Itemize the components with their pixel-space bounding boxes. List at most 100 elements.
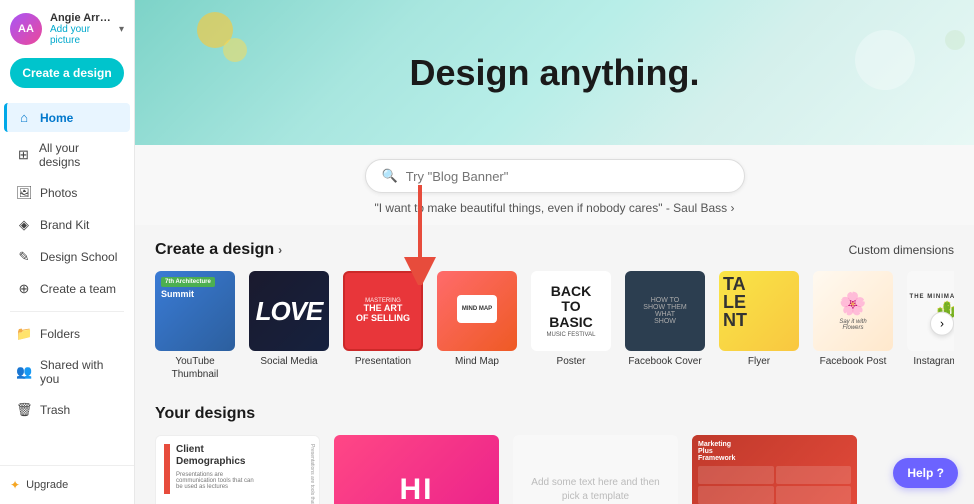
your-designs-section: Your designs ClientDemographics Presenta… <box>135 389 974 504</box>
presentation-label: Presentation <box>355 355 411 368</box>
flyer-content: TALENT <box>719 271 799 351</box>
user-name: Angie Arriesga... <box>50 12 111 24</box>
poster-content: BACKTOBASIC MUSIC FESTIVAL <box>531 271 611 351</box>
flower-graphic: 🌸 <box>839 291 866 317</box>
templates-next-arrow[interactable]: › <box>930 312 954 336</box>
brand-icon: ◈ <box>16 217 32 233</box>
sidebar-item-photos[interactable]: 🖼 Photos <box>4 178 130 208</box>
untitled2-grid <box>698 466 851 504</box>
client-thumb-content: ClientDemographics Presentations arecomm… <box>156 436 319 504</box>
trash-icon: 🗑 <box>16 402 32 418</box>
template-presentation[interactable]: MASTERING THE ARTOF SELLING Presentation <box>343 271 423 368</box>
sidebar-item-brand-kit[interactable]: ◈ Brand Kit <box>4 210 130 240</box>
design-card-untitled1[interactable]: Add some text here and then pick a templ… <box>513 435 678 504</box>
mm-shape: MIND MAP <box>457 295 497 323</box>
sidebar-item-create-team-label: Create a team <box>40 282 116 296</box>
sidebar-item-all-designs-label: All your designs <box>39 141 118 169</box>
create-section-header: Create a design › Custom dimensions <box>155 241 954 259</box>
sidebar-item-all-designs[interactable]: ⊞ All your designs <box>4 134 130 176</box>
social-media-thumb: LOVE <box>249 271 329 351</box>
user-profile[interactable]: AA Angie Arriesga... Add your picture ▾ <box>0 0 134 54</box>
facebook-post-label: Facebook Post <box>820 355 887 368</box>
help-button[interactable]: Help ? <box>893 458 958 488</box>
client-red-bar <box>164 444 170 494</box>
untitled1-content: Add some text here and then pick a templ… <box>513 435 678 504</box>
u2-cell-4 <box>776 486 852 504</box>
sidebar-bottom: ✦ Upgrade <box>0 465 134 504</box>
sidebar-item-trash-label: Trash <box>40 403 70 417</box>
yt-badge: 7th Architecture <box>161 277 215 287</box>
design-card-hi[interactable]: HI Hi <box>334 435 499 504</box>
sidebar: AA Angie Arriesga... Add your picture ▾ … <box>0 0 135 504</box>
help-label: Help ? <box>907 466 944 480</box>
your-designs-title-text: Your designs <box>155 405 255 423</box>
hi-thumb-content: HI <box>334 435 499 504</box>
your-designs-header: Your designs <box>155 405 954 423</box>
template-mind-map[interactable]: MIND MAP Mind Map <box>437 271 517 368</box>
fb-cover-content: HOW TOSHOW THEMWHATSHOW <box>625 271 705 351</box>
u2-cell-1 <box>698 466 774 484</box>
create-design-button[interactable]: Create a design <box>10 58 124 88</box>
avatar: AA <box>10 13 42 45</box>
sidebar-item-trash[interactable]: 🗑 Trash <box>4 395 130 425</box>
search-icon: 🔍 <box>382 168 398 184</box>
grid-icon: ⊞ <box>16 147 31 163</box>
folder-icon: 📁 <box>16 326 32 342</box>
sidebar-item-create-team[interactable]: ⊕ Create a team <box>4 274 130 304</box>
search-bar-container[interactable]: 🔍 <box>365 159 745 193</box>
add-picture-link[interactable]: Add your picture <box>50 24 111 46</box>
pres-main: THE ARTOF SELLING <box>356 304 410 324</box>
home-icon: ⌂ <box>16 110 32 125</box>
hero-banner: Design anything. <box>135 0 974 145</box>
client-title: ClientDemographics <box>164 444 311 468</box>
search-input[interactable] <box>406 169 728 184</box>
u2-cell-2 <box>776 466 852 484</box>
user-info: Angie Arriesga... Add your picture <box>50 12 111 46</box>
social-media-label: Social Media <box>260 355 317 368</box>
youtube-thumbnail-thumb: 7th Architecture Summit <box>155 271 235 351</box>
sidebar-item-brand-kit-label: Brand Kit <box>40 218 89 232</box>
upgrade-label: Upgrade <box>26 479 68 491</box>
instagram-label: Instagram Post <box>913 355 954 368</box>
flyer-top: TALENT <box>723 275 795 329</box>
sidebar-item-home-label: Home <box>40 111 73 125</box>
facebook-cover-thumb: HOW TOSHOW THEMWHATSHOW <box>625 271 705 351</box>
upgrade-icon: ✦ <box>10 478 20 492</box>
sidebar-item-photos-label: Photos <box>40 186 77 200</box>
yt-content: 7th Architecture Summit <box>155 271 235 306</box>
search-section: 🔍 "I want to make beautiful things, even… <box>135 145 974 225</box>
sidebar-item-design-school-label: Design School <box>40 250 117 264</box>
client-sub: Presentations arecommunication tools tha… <box>164 472 311 490</box>
sidebar-item-shared[interactable]: 👥 Shared with you <box>4 351 130 393</box>
flyer-label: Flyer <box>748 355 770 368</box>
sidebar-item-shared-label: Shared with you <box>40 358 118 386</box>
fb-post-content: 🌸 Say it withFlowers <box>813 271 893 351</box>
social-content: LOVE <box>249 271 329 351</box>
design-card-client-demo[interactable]: ClientDemographics Presentations arecomm… <box>155 435 320 504</box>
upgrade-button[interactable]: ✦ Upgrade <box>10 474 124 496</box>
poster-thumb: BACKTOBASIC MUSIC FESTIVAL <box>531 271 611 351</box>
template-facebook-post[interactable]: 🌸 Say it withFlowers Facebook Post <box>813 271 893 368</box>
sidebar-item-folders[interactable]: 📁 Folders <box>4 319 130 349</box>
sidebar-item-design-school[interactable]: ✎ Design School <box>4 242 130 272</box>
school-icon: ✎ <box>16 249 32 265</box>
template-poster[interactable]: BACKTOBASIC MUSIC FESTIVAL Poster <box>531 271 611 368</box>
design-card-untitled2[interactable]: MarketingPlusFramework Untitled Design <box>692 435 857 504</box>
template-social-media[interactable]: LOVE Social Media <box>249 271 329 368</box>
template-youtube-thumbnail[interactable]: 7th Architecture Summit YouTubeThumbnail <box>155 271 235 381</box>
custom-dimensions-link[interactable]: Custom dimensions <box>849 243 954 257</box>
templates-row: 7th Architecture Summit YouTubeThumbnail… <box>155 271 954 381</box>
create-section-title[interactable]: Create a design › <box>155 241 282 259</box>
client-side-text: Presentations are tools that <box>309 444 315 504</box>
poster-subtitle: MUSIC FESTIVAL <box>547 332 596 338</box>
sidebar-item-home[interactable]: ⌂ Home <box>4 103 130 132</box>
shared-icon: 👥 <box>16 364 32 380</box>
main-content: Design anything. 🔍 "I want to make beaut… <box>135 0 974 504</box>
template-flyer[interactable]: TALENT Flyer <box>719 271 799 368</box>
pres-content: MASTERING THE ARTOF SELLING <box>345 273 421 349</box>
add-text: Add some text here and then pick a templ… <box>525 476 666 504</box>
your-designs-grid: ClientDemographics Presentations arecomm… <box>155 435 954 504</box>
template-facebook-cover[interactable]: HOW TOSHOW THEMWHATSHOW Facebook Cover <box>625 271 705 368</box>
chevron-down-icon: ▾ <box>119 24 124 35</box>
poster-title: BACKTOBASIC <box>549 284 593 330</box>
